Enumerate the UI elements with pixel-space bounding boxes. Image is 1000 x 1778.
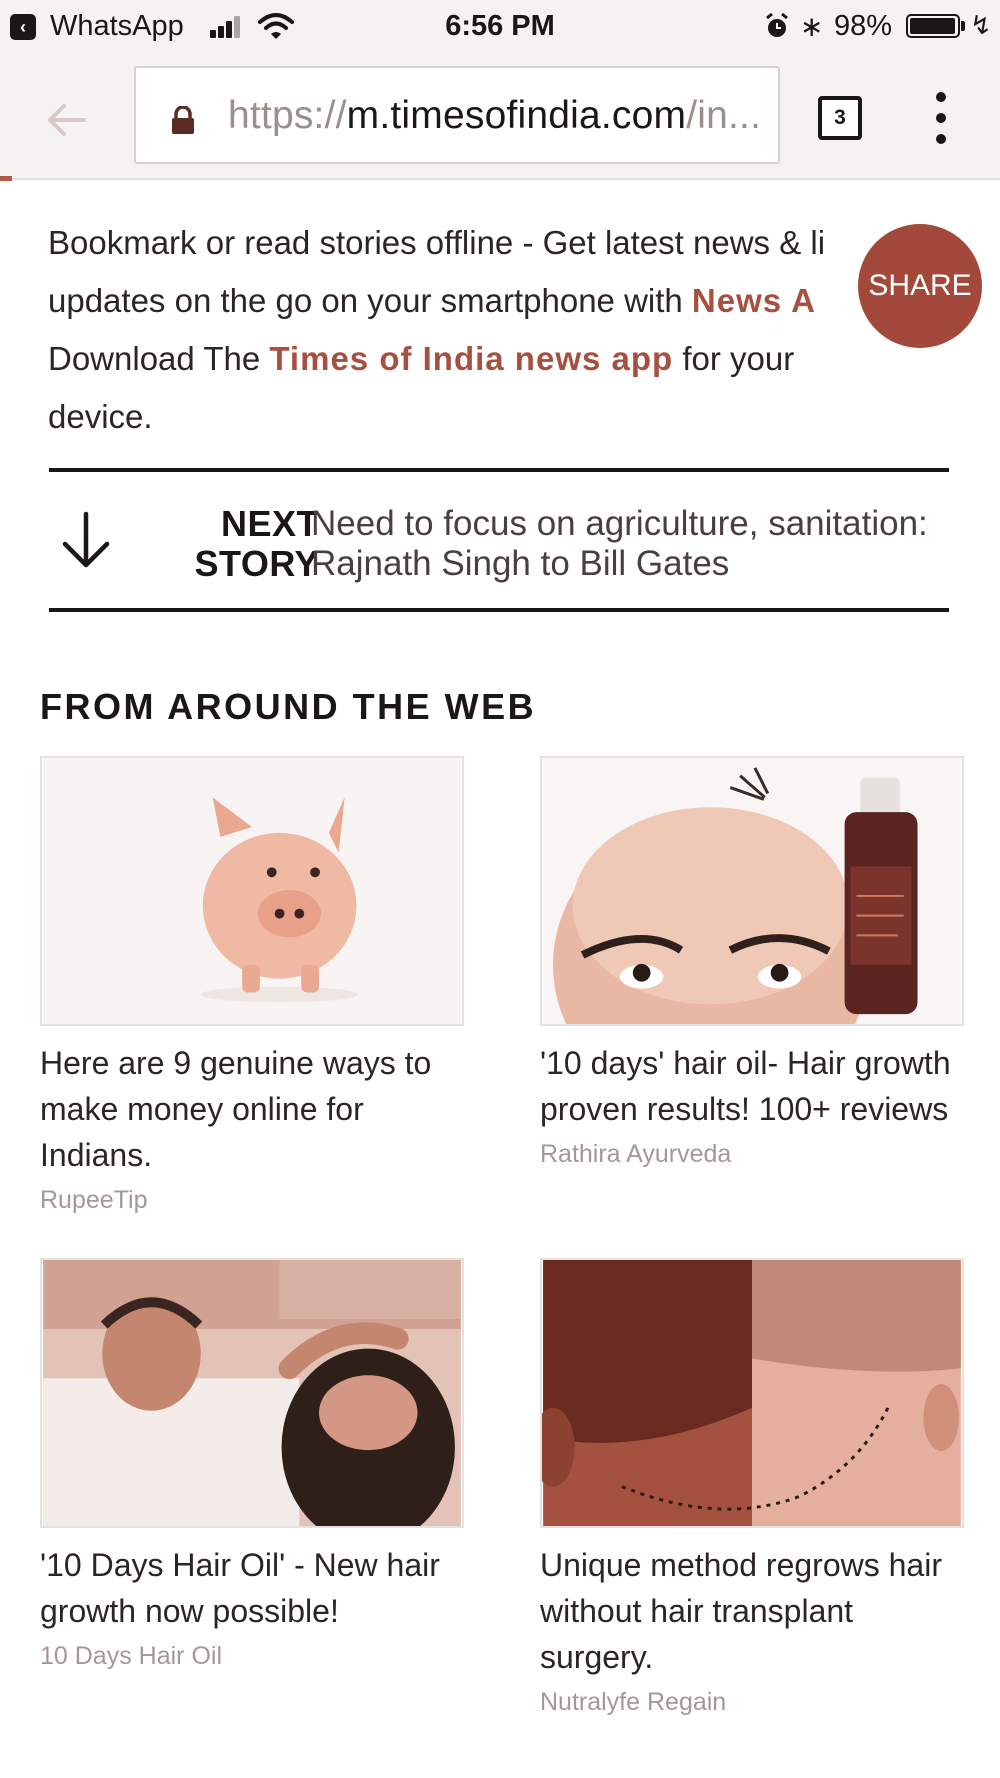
- address-bar[interactable]: https://m.timesofindia.com/in...: [134, 66, 780, 164]
- bluetooth-icon: ∗: [800, 11, 824, 42]
- url-text[interactable]: https://m.timesofindia.com/in...: [228, 94, 761, 138]
- news-app-link[interactable]: News A: [692, 282, 816, 319]
- promo-text: for your: [673, 340, 795, 377]
- card-title[interactable]: '10 days' hair oil- Hair growth proven r…: [540, 1040, 964, 1132]
- card-source[interactable]: RupeeTip: [40, 1186, 464, 1215]
- back-arrow-icon[interactable]: [44, 98, 88, 142]
- battery-tip: [961, 21, 965, 31]
- promo-text: Bookmark or read stories offline - Get l…: [48, 224, 826, 261]
- next-story-label: NEXT STORY: [129, 504, 319, 584]
- next-label-line: STORY: [194, 543, 319, 584]
- arrow-down-icon: [62, 511, 110, 568]
- card-source[interactable]: Rathira Ayurveda: [540, 1140, 964, 1169]
- card-title[interactable]: Unique method regrows hair without hair …: [540, 1542, 964, 1680]
- next-story-title[interactable]: Need to focus on agriculture, sanitation…: [311, 504, 941, 584]
- card-image-piggy-bank[interactable]: [40, 756, 464, 1026]
- card-image-before-after[interactable]: [540, 1258, 964, 1528]
- next-story-link[interactable]: NEXT STORY Need to focus on agriculture,…: [49, 468, 949, 612]
- promo-text: device.: [48, 398, 153, 435]
- card-title[interactable]: Here are 9 genuine ways to make money on…: [40, 1040, 464, 1178]
- card-source[interactable]: Nutralyfe Regain: [540, 1688, 964, 1717]
- card-image-hair-check[interactable]: [40, 1258, 464, 1528]
- sponsored-card[interactable]: Unique method regrows hair without hair …: [540, 1258, 964, 1717]
- battery-icon: [906, 14, 960, 38]
- url-path: /in...: [686, 94, 762, 137]
- next-label-line: NEXT: [220, 503, 319, 544]
- url-scheme: https://: [228, 94, 347, 137]
- browser-toolbar: https://m.timesofindia.com/in... 3: [0, 52, 1000, 180]
- toi-app-link[interactable]: Times of India news app: [269, 340, 673, 377]
- status-bar: ‹ WhatsApp 6:56 PM ∗ 98% ↯: [0, 0, 1000, 52]
- page-load-progress: [0, 176, 12, 181]
- share-button[interactable]: SHARE: [858, 224, 982, 348]
- app-promo-text: Bookmark or read stories offline - Get l…: [48, 214, 938, 446]
- card-source[interactable]: 10 Days Hair Oil: [40, 1642, 464, 1671]
- sponsored-card[interactable]: Here are 9 genuine ways to make money on…: [40, 756, 464, 1215]
- overflow-menu-icon[interactable]: [934, 92, 948, 144]
- tab-switcher-button[interactable]: 3: [818, 96, 862, 140]
- charging-icon: ↯: [970, 10, 992, 40]
- url-host: m.timesofindia.com: [346, 94, 687, 137]
- promo-text: Download The: [48, 340, 270, 377]
- section-heading: FROM AROUND THE WEB: [40, 686, 537, 727]
- card-title[interactable]: '10 Days Hair Oil' - New hair growth now…: [40, 1542, 464, 1634]
- alarm-icon: [766, 12, 788, 37]
- card-image-hair-oil[interactable]: [540, 756, 964, 1026]
- sponsored-card[interactable]: '10 Days Hair Oil' - New hair growth now…: [40, 1258, 464, 1671]
- sponsored-card[interactable]: '10 days' hair oil- Hair growth proven r…: [540, 756, 964, 1169]
- lock-icon: [172, 106, 194, 134]
- battery-percent: 98%: [834, 10, 893, 42]
- promo-text: updates on the go on your smartphone wit…: [48, 282, 692, 319]
